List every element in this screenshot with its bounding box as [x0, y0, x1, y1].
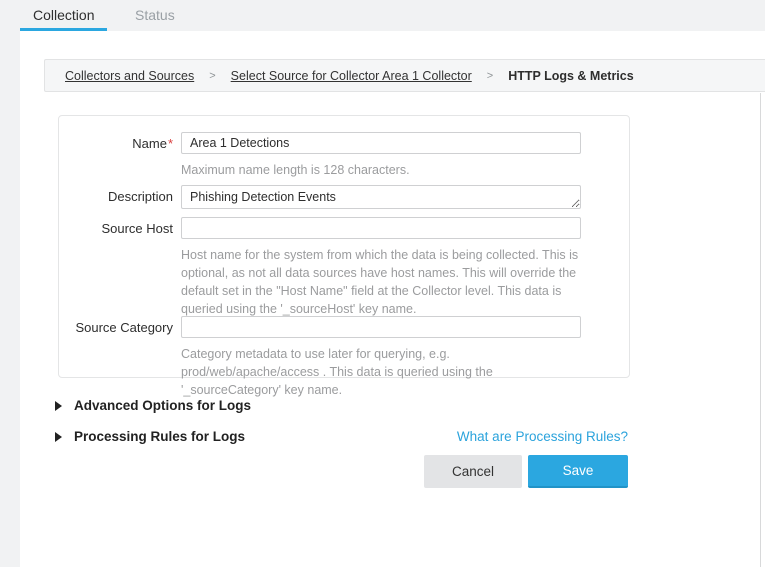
processing-rules-section-toggle[interactable]: Processing Rules for Logs: [55, 429, 245, 444]
tab-collection[interactable]: Collection: [33, 7, 94, 23]
save-button[interactable]: Save: [528, 455, 628, 488]
name-help-text: Maximum name length is 128 characters.: [181, 161, 583, 179]
collapsed-triangle-icon: [55, 432, 62, 442]
advanced-options-section-toggle[interactable]: Advanced Options for Logs: [55, 398, 251, 413]
name-label: Name*: [59, 136, 173, 151]
name-label-text: Name: [132, 136, 167, 151]
tab-status[interactable]: Status: [135, 7, 175, 23]
collapsed-triangle-icon: [55, 401, 62, 411]
description-textarea[interactable]: Phishing Detection Events: [181, 185, 581, 209]
name-input[interactable]: [181, 132, 581, 154]
source-host-label: Source Host: [59, 221, 173, 236]
description-label: Description: [59, 189, 173, 204]
main-panel: Collectors and Sources > Select Source f…: [20, 31, 765, 567]
source-host-help-text: Host name for the system from which the …: [181, 246, 583, 319]
cancel-button[interactable]: Cancel: [424, 455, 522, 488]
breadcrumb: Collectors and Sources > Select Source f…: [44, 59, 765, 92]
source-host-input[interactable]: [181, 217, 581, 239]
source-category-help-text: Category metadata to use later for query…: [181, 345, 583, 399]
processing-rules-title: Processing Rules for Logs: [74, 429, 245, 444]
panel-right-edge-divider: [760, 93, 761, 567]
tab-bar: Collection Status: [0, 0, 765, 31]
breadcrumb-separator: >: [487, 70, 493, 82]
breadcrumb-select-source[interactable]: Select Source for Collector Area 1 Colle…: [231, 69, 472, 83]
breadcrumb-current-page: HTTP Logs & Metrics: [508, 69, 633, 83]
breadcrumb-separator: >: [209, 70, 215, 82]
source-category-label: Source Category: [59, 320, 173, 335]
source-config-card: Name* Maximum name length is 128 charact…: [58, 115, 630, 378]
source-category-input[interactable]: [181, 316, 581, 338]
required-asterisk: *: [168, 136, 173, 151]
breadcrumb-collectors-and-sources[interactable]: Collectors and Sources: [65, 69, 194, 83]
what-are-processing-rules-link[interactable]: What are Processing Rules?: [457, 429, 628, 444]
advanced-options-title: Advanced Options for Logs: [74, 398, 251, 413]
